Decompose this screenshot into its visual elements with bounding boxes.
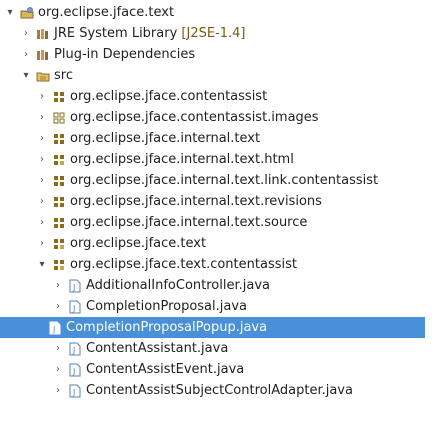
tree-item-label: org.eclipse.jface.internal.text.link.con… xyxy=(70,173,379,188)
svg-text:J: J xyxy=(72,283,75,292)
package-icon xyxy=(52,195,66,209)
java-file-icon: J xyxy=(68,279,82,293)
expand-arrow-icon[interactable]: › xyxy=(52,338,64,359)
tree-item-label: ContentAssistEvent.java xyxy=(86,362,245,377)
package-explorer-tree: ▾ org.eclipse.jface.text › JRE System Li… xyxy=(0,0,441,447)
package-icon xyxy=(52,132,66,146)
tree-item-package[interactable]: › org.eclipse.jface.internal.text.source xyxy=(0,212,441,233)
package-icon xyxy=(52,258,66,272)
package-icon xyxy=(52,153,66,167)
plugin-project-icon xyxy=(20,6,34,20)
tree-item-plugin-dependencies[interactable]: › Plug-in Dependencies xyxy=(0,44,441,65)
tree-item-label: JRE System Library [J2SE-1.4] xyxy=(54,26,246,41)
tree-item-java-file[interactable]: › J AdditionalInfoController.java xyxy=(0,275,441,296)
java-file-icon: J xyxy=(68,363,82,377)
java-file-icon: J xyxy=(48,321,62,335)
expand-arrow-icon[interactable]: › xyxy=(36,149,48,170)
tree-item-label: org.eclipse.jface.text.contentassist xyxy=(70,257,297,272)
tree-item-package-expanded[interactable]: ▾ org.eclipse.jface.text.contentassist xyxy=(0,254,441,275)
expand-arrow-icon[interactable]: › xyxy=(20,44,32,65)
tree-item-package[interactable]: › org.eclipse.jface.contentassist xyxy=(0,86,441,107)
package-icon xyxy=(52,216,66,230)
tree-item-java-file-selected[interactable]: J CompletionProposalPopup.java xyxy=(0,317,425,338)
java-file-icon: J xyxy=(68,300,82,314)
library-icon xyxy=(36,48,50,62)
tree-item-label: CompletionProposalPopup.java xyxy=(66,320,268,335)
svg-text:J: J xyxy=(52,325,55,334)
tree-item-project[interactable]: ▾ org.eclipse.jface.text xyxy=(0,2,441,23)
expand-arrow-icon[interactable]: › xyxy=(52,296,64,317)
tree-item-package[interactable]: › org.eclipse.jface.internal.text xyxy=(0,128,441,149)
tree-item-package[interactable]: › org.eclipse.jface.text xyxy=(0,233,441,254)
tree-item-java-file[interactable]: › J ContentAssistant.java xyxy=(0,338,441,359)
package-icon xyxy=(52,237,66,251)
expand-arrow-icon[interactable]: › xyxy=(36,86,48,107)
tree-item-label: Plug-in Dependencies xyxy=(54,47,196,62)
expand-arrow-icon[interactable]: › xyxy=(36,212,48,233)
tree-item-label: src xyxy=(54,68,73,83)
tree-item-package[interactable]: › org.eclipse.jface.internal.text.link.c… xyxy=(0,170,441,191)
svg-text:J: J xyxy=(72,388,75,397)
tree-item-label: org.eclipse.jface.text xyxy=(38,5,175,20)
tree-item-java-file[interactable]: › J ContentAssistSubjectControlAdapter.j… xyxy=(0,380,441,401)
collapse-arrow-icon[interactable]: ▾ xyxy=(4,2,16,23)
tree-item-label: org.eclipse.jface.internal.text.source xyxy=(70,215,308,230)
java-file-icon: J xyxy=(68,384,82,398)
tree-item-package[interactable]: › org.eclipse.jface.contentassist.images xyxy=(0,107,441,128)
expand-arrow-icon[interactable]: › xyxy=(36,191,48,212)
source-folder-icon xyxy=(36,69,50,83)
tree-item-label: ContentAssistant.java xyxy=(86,341,229,356)
svg-text:J: J xyxy=(72,346,75,355)
expand-arrow-icon[interactable]: › xyxy=(36,233,48,254)
tree-item-src-folder[interactable]: ▾ src xyxy=(0,65,441,86)
svg-text:J: J xyxy=(72,367,75,376)
tree-item-label: org.eclipse.jface.contentassist xyxy=(70,89,268,104)
tree-item-label: org.eclipse.jface.internal.text.revision… xyxy=(70,194,322,209)
tree-item-java-file[interactable]: › J CompletionProposal.java xyxy=(0,296,441,317)
tree-item-label: CompletionProposal.java xyxy=(86,299,248,314)
svg-text:J: J xyxy=(72,304,75,313)
expand-arrow-icon[interactable]: › xyxy=(20,23,32,44)
tree-item-package[interactable]: › org.eclipse.jface.internal.text.html xyxy=(0,149,441,170)
tree-item-detail: [J2SE-1.4] xyxy=(181,26,246,41)
package-icon xyxy=(52,111,66,125)
expand-arrow-icon[interactable]: › xyxy=(52,359,64,380)
tree-item-label: org.eclipse.jface.contentassist.images xyxy=(70,110,319,125)
tree-item-label: AdditionalInfoController.java xyxy=(86,278,270,293)
tree-item-label: ContentAssistSubjectControlAdapter.java xyxy=(86,383,353,398)
expand-arrow-icon[interactable]: › xyxy=(52,275,64,296)
collapse-arrow-icon[interactable]: ▾ xyxy=(20,65,32,86)
expand-arrow-icon[interactable]: › xyxy=(36,170,48,191)
tree-item-jre-library[interactable]: › JRE System Library [J2SE-1.4] xyxy=(0,23,441,44)
collapse-arrow-icon[interactable]: ▾ xyxy=(36,254,48,275)
package-icon xyxy=(52,90,66,104)
java-file-icon: J xyxy=(68,342,82,356)
tree-item-label: org.eclipse.jface.internal.text.html xyxy=(70,152,294,167)
tree-item-package[interactable]: › org.eclipse.jface.internal.text.revisi… xyxy=(0,191,441,212)
tree-item-label: org.eclipse.jface.text xyxy=(70,236,207,251)
library-icon xyxy=(36,27,50,41)
expand-arrow-icon[interactable]: › xyxy=(36,128,48,149)
tree-item-java-file[interactable]: › J ContentAssistEvent.java xyxy=(0,359,441,380)
expand-arrow-icon[interactable]: › xyxy=(52,380,64,401)
package-icon xyxy=(52,174,66,188)
tree-item-label: org.eclipse.jface.internal.text xyxy=(70,131,261,146)
expand-arrow-icon[interactable]: › xyxy=(36,107,48,128)
